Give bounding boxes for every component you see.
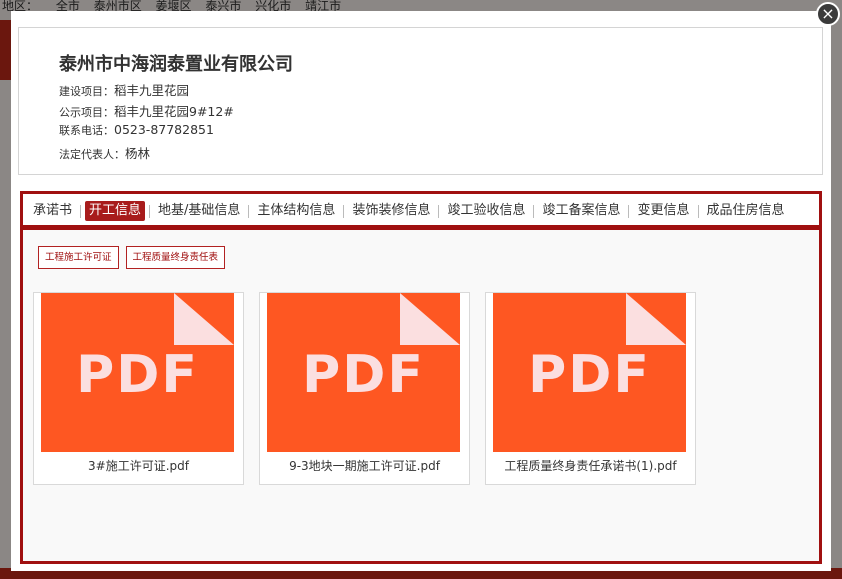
construction-permit-button[interactable]: 工程施工许可证 (38, 246, 119, 269)
tab-divider (533, 204, 535, 218)
page-fold-icon (626, 293, 686, 345)
file-card[interactable]: PDF 工程质量终身责任承诺书(1).pdf (485, 292, 696, 485)
pdf-label: PDF (76, 345, 199, 405)
pdf-label: PDF (302, 345, 425, 405)
close-icon[interactable]: × (816, 2, 840, 26)
tab-divider (248, 204, 250, 218)
info-value: 0523-87782851 (114, 122, 214, 137)
info-label: 联系电话： (59, 124, 114, 137)
tab-finished-housing[interactable]: 成品住房信息 (703, 201, 789, 221)
tab-divider (628, 204, 630, 218)
tab-content-panel: 工程施工许可证 工程质量终身责任表 PDF 3#施工许可证.pdf PDF 9-… (20, 227, 822, 564)
file-name[interactable]: 9-3地块一期施工许可证.pdf (260, 457, 469, 474)
file-card[interactable]: PDF 3#施工许可证.pdf (33, 292, 244, 485)
tab-decoration[interactable]: 装饰装修信息 (348, 201, 434, 221)
info-value: 稻丰九里花园9#12# (114, 104, 234, 119)
info-value: 稻丰九里花园 (114, 83, 190, 98)
tab-main-structure[interactable]: 主体结构信息 (253, 201, 339, 221)
tab-divider (80, 204, 82, 218)
info-row-public-project: 公示项目：稻丰九里花园9#12# (59, 101, 234, 120)
company-name: 泰州市中海润泰置业有限公司 (59, 54, 293, 75)
tab-changes[interactable]: 变更信息 (633, 201, 693, 221)
info-tab-bar: 承诺书 开工信息 地基/基础信息 主体结构信息 装饰装修信息 竣工验收信息 竣工… (20, 191, 822, 228)
company-detail-modal: 泰州市中海润泰置业有限公司 建设项目：稻丰九里花园 公示项目：稻丰九里花园9#1… (11, 11, 831, 571)
tab-divider (697, 204, 699, 218)
file-name[interactable]: 3#施工许可证.pdf (34, 457, 243, 474)
info-label: 公示项目： (59, 106, 114, 119)
tab-divider (343, 204, 345, 218)
page-fold-icon (174, 293, 234, 345)
info-row-legal-rep: 法定代表人：杨林 (59, 143, 150, 162)
page-fold-icon (400, 293, 460, 345)
file-name[interactable]: 工程质量终身责任承诺书(1).pdf (486, 457, 695, 474)
tab-foundation[interactable]: 地基/基础信息 (154, 201, 244, 221)
file-card[interactable]: PDF 9-3地块一期施工许可证.pdf (259, 292, 470, 485)
tab-commitment[interactable]: 承诺书 (29, 201, 76, 221)
tab-construction-start[interactable]: 开工信息 (85, 201, 146, 221)
company-info-card: 泰州市中海润泰置业有限公司 建设项目：稻丰九里花园 公示项目：稻丰九里花园9#1… (18, 27, 823, 175)
pdf-file-icon: PDF (267, 293, 460, 452)
tab-divider (438, 204, 440, 218)
tab-divider (149, 204, 151, 218)
tab-completion-filing[interactable]: 竣工备案信息 (538, 201, 624, 221)
tab-completion-acceptance[interactable]: 竣工验收信息 (443, 201, 529, 221)
quality-responsibility-button[interactable]: 工程质量终身责任表 (125, 246, 226, 269)
info-label: 法定代表人： (59, 148, 125, 161)
pdf-file-icon: PDF (493, 293, 686, 452)
pdf-file-icon: PDF (41, 293, 234, 452)
pdf-label: PDF (528, 345, 651, 405)
document-category-buttons: 工程施工许可证 工程质量终身责任表 (38, 246, 232, 269)
info-row-project: 建设项目：稻丰九里花园 (59, 80, 189, 99)
info-value: 杨林 (125, 146, 151, 161)
info-row-phone: 联系电话：0523-87782851 (59, 122, 214, 138)
info-label: 建设项目： (59, 85, 114, 98)
